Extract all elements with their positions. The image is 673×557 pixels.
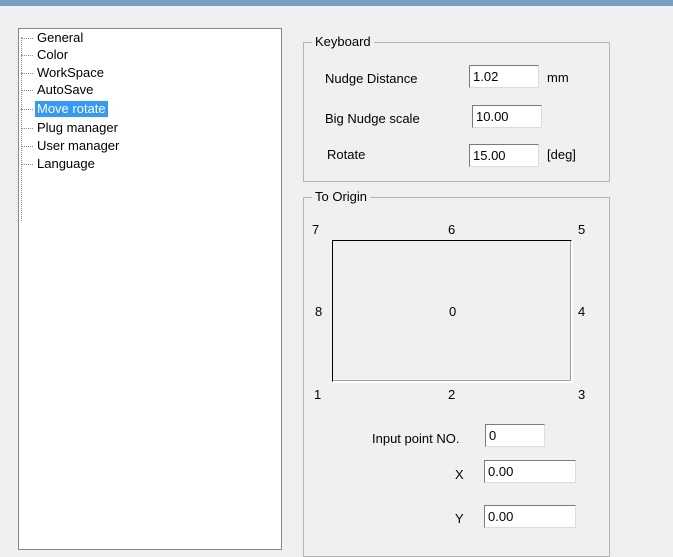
nudge-distance-field[interactable]: 1.02 bbox=[469, 65, 539, 88]
nudge-distance-unit: mm bbox=[547, 70, 569, 85]
keyboard-group-title: Keyboard bbox=[312, 34, 374, 50]
input-point-field[interactable]: 0 bbox=[485, 424, 545, 447]
origin-point-8[interactable]: 8 bbox=[315, 304, 322, 320]
tree-item-label: Language bbox=[37, 156, 95, 171]
nudge-distance-label: Nudge Distance bbox=[325, 71, 418, 86]
tree-item-language[interactable]: Language bbox=[21, 156, 97, 172]
tree-item-label: User manager bbox=[37, 138, 120, 153]
tree-item-plug-manager[interactable]: Plug manager bbox=[21, 120, 120, 136]
x-label: X bbox=[455, 467, 464, 482]
to-origin-group-title: To Origin bbox=[312, 189, 371, 205]
origin-point-2[interactable]: 2 bbox=[448, 387, 455, 403]
tree-item-move-rotate[interactable]: Move rotate bbox=[21, 101, 108, 117]
options-tree[interactable]: General Color WorkSpace AutoSave Move ro… bbox=[18, 28, 282, 550]
big-nudge-scale-label: Big Nudge scale bbox=[325, 111, 420, 126]
tree-branch-line bbox=[21, 37, 33, 39]
rotate-field[interactable]: 15.00 bbox=[469, 144, 539, 167]
tree-item-user-manager[interactable]: User manager bbox=[21, 138, 121, 154]
tree-item-label: General bbox=[37, 30, 84, 45]
window-title-strip bbox=[0, 0, 673, 6]
origin-point-1[interactable]: 1 bbox=[314, 387, 321, 403]
tree-item-color[interactable]: Color bbox=[21, 47, 70, 63]
tree-item-general[interactable]: General bbox=[21, 30, 85, 46]
tree-item-label: Plug manager bbox=[37, 120, 118, 135]
y-label: Y bbox=[455, 511, 464, 526]
tree-item-workspace[interactable]: WorkSpace bbox=[21, 65, 106, 81]
tree-branch-line bbox=[21, 127, 33, 129]
origin-point-6[interactable]: 6 bbox=[448, 222, 455, 238]
tree-item-label: AutoSave bbox=[37, 82, 94, 97]
tree-branch-line bbox=[21, 72, 33, 74]
rotate-label: Rotate bbox=[327, 147, 366, 162]
tree-item-label: Color bbox=[37, 47, 69, 62]
origin-point-5[interactable]: 5 bbox=[578, 222, 585, 238]
tree-branch-line bbox=[21, 89, 33, 91]
tree-item-label: WorkSpace bbox=[37, 65, 104, 80]
y-field[interactable]: 0.00 bbox=[484, 505, 576, 528]
tree-item-label: Move rotate bbox=[35, 101, 108, 117]
origin-point-7[interactable]: 7 bbox=[312, 222, 319, 238]
origin-point-0[interactable]: 0 bbox=[449, 304, 456, 320]
origin-point-4[interactable]: 4 bbox=[578, 304, 585, 320]
rotate-unit: [deg] bbox=[547, 147, 576, 162]
origin-point-3[interactable]: 3 bbox=[578, 387, 585, 403]
tree-item-autosave[interactable]: AutoSave bbox=[21, 82, 95, 98]
tree-branch-line bbox=[21, 145, 33, 147]
input-point-label: Input point NO. bbox=[372, 431, 460, 446]
tree-branch-line bbox=[21, 108, 33, 110]
tree-branch-line bbox=[21, 163, 33, 165]
x-field[interactable]: 0.00 bbox=[484, 460, 576, 483]
tree-branch-line bbox=[21, 54, 33, 56]
big-nudge-scale-field[interactable]: 10.00 bbox=[472, 105, 542, 128]
